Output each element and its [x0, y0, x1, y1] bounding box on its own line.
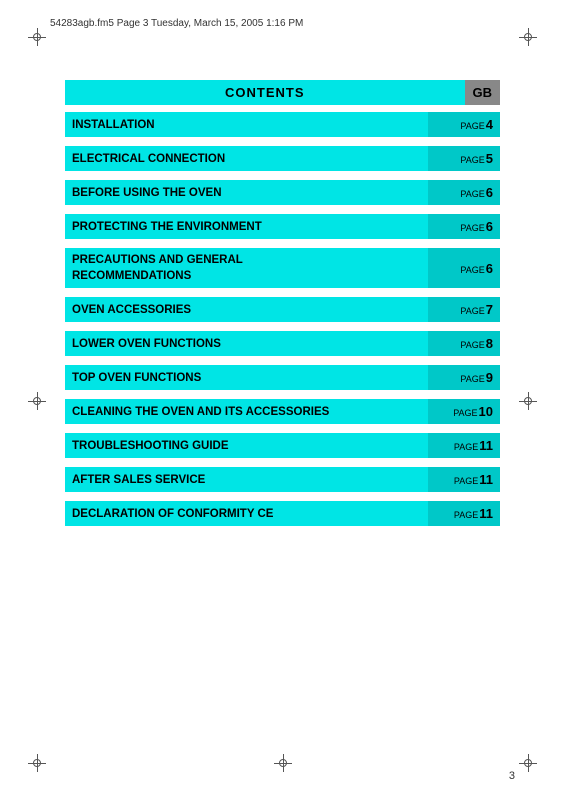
- toc-item-page: PAGE9: [428, 365, 500, 390]
- crosshair-mid-left: [28, 392, 46, 410]
- crosshair-bottom-left: [28, 754, 46, 772]
- toc-item-title: OVEN ACCESSORIES: [65, 297, 428, 322]
- toc-item-page: PAGE6: [428, 180, 500, 205]
- toc-row: PRECAUTIONS AND GENERALRECOMMENDATIONSPA…: [65, 248, 500, 288]
- toc-row: TROUBLESHOOTING GUIDEPAGE11: [65, 433, 500, 458]
- toc-item-title: ELECTRICAL CONNECTION: [65, 146, 428, 171]
- page-number: 3: [509, 770, 515, 782]
- toc-item-page: PAGE11: [428, 501, 500, 526]
- file-info: 54283agb.fm5 Page 3 Tuesday, March 15, 2…: [50, 18, 303, 29]
- page: 54283agb.fm5 Page 3 Tuesday, March 15, 2…: [0, 0, 565, 800]
- toc-item-title: BEFORE USING THE OVEN: [65, 180, 428, 205]
- toc-item-page: PAGE11: [428, 467, 500, 492]
- toc-item-title: TROUBLESHOOTING GUIDE: [65, 433, 428, 458]
- toc-item-title: DECLARATION OF CONFORMITY CE: [65, 501, 428, 526]
- toc-content: CONTENTS GB INSTALLATIONPAGE4ELECTRICAL …: [65, 80, 500, 535]
- crosshair-mid-right: [519, 392, 537, 410]
- crosshair-bottom-center: [274, 754, 292, 772]
- toc-item-page: PAGE11: [428, 433, 500, 458]
- toc-item-title: AFTER SALES SERVICE: [65, 467, 428, 492]
- toc-item-title: LOWER OVEN FUNCTIONS: [65, 331, 428, 356]
- toc-item-page: PAGE10: [428, 399, 500, 424]
- toc-row: DECLARATION OF CONFORMITY CEPAGE11: [65, 501, 500, 526]
- toc-row: BEFORE USING THE OVENPAGE6: [65, 180, 500, 205]
- toc-item-title: INSTALLATION: [65, 112, 428, 137]
- crosshair-bottom-right: [519, 754, 537, 772]
- crosshair-top-right: [519, 28, 537, 46]
- toc-item-page: PAGE4: [428, 112, 500, 137]
- toc-item-page: PAGE6: [428, 214, 500, 239]
- toc-row: CLEANING THE OVEN AND ITS ACCESSORIESPAG…: [65, 399, 500, 424]
- toc-item-title: PROTECTING THE ENVIRONMENT: [65, 214, 428, 239]
- toc-table: INSTALLATIONPAGE4ELECTRICAL CONNECTIONPA…: [65, 109, 500, 535]
- toc-row: PROTECTING THE ENVIRONMENTPAGE6: [65, 214, 500, 239]
- toc-row: AFTER SALES SERVICEPAGE11: [65, 467, 500, 492]
- toc-item-page: PAGE8: [428, 331, 500, 356]
- toc-row: INSTALLATIONPAGE4: [65, 112, 500, 137]
- toc-row: ELECTRICAL CONNECTIONPAGE5: [65, 146, 500, 171]
- toc-row: OVEN ACCESSORIESPAGE7: [65, 297, 500, 322]
- toc-row: LOWER OVEN FUNCTIONSPAGE8: [65, 331, 500, 356]
- toc-item-page: PAGE7: [428, 297, 500, 322]
- toc-item-title: TOP OVEN FUNCTIONS: [65, 365, 428, 390]
- toc-item-page: PAGE5: [428, 146, 500, 171]
- contents-title: CONTENTS: [65, 80, 465, 105]
- contents-gb: GB: [465, 80, 501, 105]
- contents-header: CONTENTS GB: [65, 80, 500, 105]
- toc-row: TOP OVEN FUNCTIONSPAGE9: [65, 365, 500, 390]
- crosshair-top-left: [28, 28, 46, 46]
- toc-item-title: PRECAUTIONS AND GENERALRECOMMENDATIONS: [65, 248, 428, 288]
- toc-item-title: CLEANING THE OVEN AND ITS ACCESSORIES: [65, 399, 428, 424]
- toc-item-page: PAGE6: [428, 248, 500, 288]
